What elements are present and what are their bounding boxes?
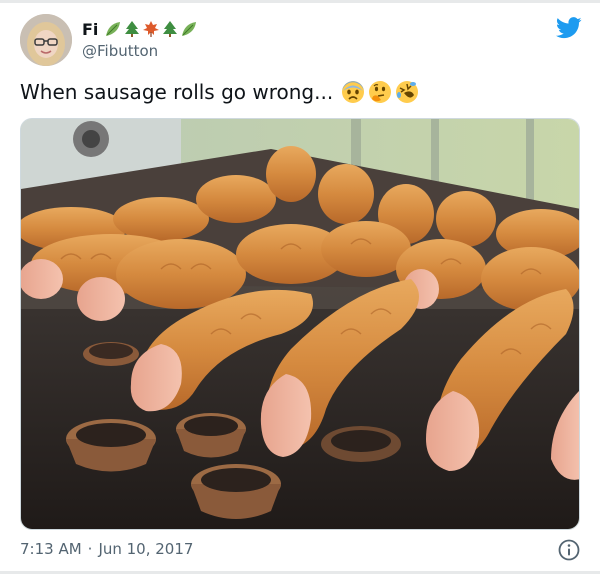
tree-icon [163,21,178,37]
author-display-name[interactable]: Fi [82,20,98,39]
tweet-text: When sausage rolls go wrong... [20,80,334,104]
leaf-icon [106,22,121,36]
maple-leaf-icon [143,21,160,37]
leaf-icon [182,22,197,36]
rolling-laughing-emoji [396,81,419,103]
tweet-photo[interactable] [20,118,580,530]
meta-separator: · [87,540,93,558]
thinking-face-emoji [369,81,392,103]
author-name-row: Fi [82,18,198,40]
sausage-rolls-photo [21,119,579,529]
tree-icon [125,21,140,37]
tweet-card: Fi @Fibutton When sausage rolls go wrong… [0,0,600,574]
tweet-emojis [341,80,419,104]
top-divider [0,0,600,3]
tweet-text-row: When sausage rolls go wrong... [20,80,419,104]
info-circle-icon[interactable] [557,538,581,562]
twitter-bird-icon[interactable] [556,17,582,39]
name-emojis [104,20,198,38]
avatar[interactable] [20,14,72,66]
tweet-date: Jun 10, 2017 [98,540,194,558]
tweet-timestamp[interactable]: 7:13 AM · Jun 10, 2017 [20,540,193,558]
fearful-face-emoji [342,81,365,103]
tweet-time: 7:13 AM [20,540,82,558]
author-handle[interactable]: @Fibutton [82,42,158,60]
